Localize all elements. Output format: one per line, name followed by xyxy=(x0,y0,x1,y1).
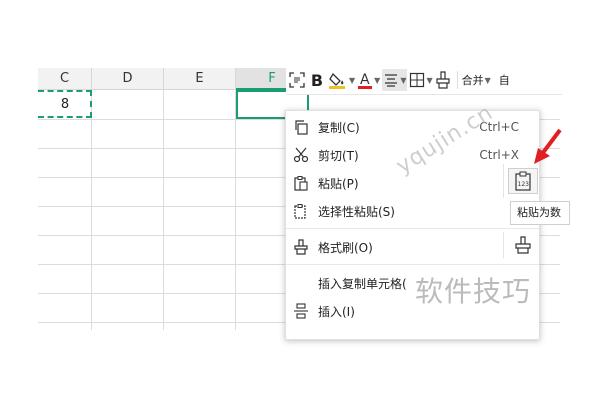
merge-label: 合并 xyxy=(461,74,484,87)
align-center-button[interactable]: ▼ xyxy=(382,69,408,91)
svg-text:123: 123 xyxy=(518,181,530,188)
paste-values-icon: 123 xyxy=(515,171,531,191)
font-color-icon: A xyxy=(358,72,373,89)
fill-color-swatch xyxy=(329,86,345,89)
insert-icon xyxy=(292,302,310,320)
scissors-icon xyxy=(292,146,310,164)
select-area-icon xyxy=(289,72,305,88)
menu-divider xyxy=(503,232,504,258)
column-header-label: D xyxy=(122,71,133,86)
fill-bucket-icon xyxy=(329,72,345,89)
menu-item-copy[interactable]: 复制(C) Ctrl+C xyxy=(286,113,539,141)
grid-line xyxy=(91,90,92,330)
column-header-label: E xyxy=(195,71,204,86)
chevron-down-icon: ▼ xyxy=(426,75,433,85)
format-painter-side-button[interactable] xyxy=(508,234,538,256)
select-area-button[interactable] xyxy=(288,69,306,91)
paste-values-button[interactable]: 123 xyxy=(508,168,538,194)
format-painter-icon xyxy=(436,71,450,89)
column-header-e[interactable]: E xyxy=(164,68,236,90)
format-painter-icon xyxy=(515,236,531,254)
merge-button[interactable]: 合并 ▼ xyxy=(462,69,491,91)
chevron-down-icon: ▼ xyxy=(400,75,407,85)
menu-item-format-painter[interactable]: 格式刷(O) xyxy=(286,233,539,261)
bold-button[interactable]: B xyxy=(308,69,326,91)
copy-marquee xyxy=(38,90,92,118)
column-header-label: C xyxy=(59,71,70,86)
paste-values-tooltip: 粘贴为数 xyxy=(510,201,570,225)
mini-toolbar: B ▼ A ▼ ▼ ▼ 合并 ▼ 自 xyxy=(286,66,562,95)
menu-item-label: 插入复制单元格( xyxy=(318,276,407,291)
paste-icon xyxy=(292,174,310,192)
menu-item-label: 剪切(T) xyxy=(318,148,359,163)
menu-item-label: 插入(I) xyxy=(318,304,355,319)
red-arrow-annotation xyxy=(534,128,562,164)
menu-divider xyxy=(503,164,504,198)
fill-color-button[interactable]: ▼ xyxy=(328,69,355,91)
auto-label: 自 xyxy=(498,74,510,87)
format-painter-icon xyxy=(292,238,310,256)
font-color-button[interactable]: A ▼ xyxy=(357,69,380,91)
menu-item-label: 复制(C) xyxy=(318,120,360,135)
font-color-swatch xyxy=(358,86,373,89)
menu-divider xyxy=(286,228,539,229)
grid-line xyxy=(163,90,164,330)
menu-item-label: 格式刷(O) xyxy=(318,240,373,255)
toolbar-divider xyxy=(456,71,458,89)
bold-label: B xyxy=(310,70,324,90)
menu-item-label: 粘贴(P) xyxy=(318,176,359,191)
auto-button[interactable]: 自 xyxy=(499,69,510,91)
menu-item-paste-special[interactable]: 选择性粘贴(S) xyxy=(286,197,539,225)
copy-icon xyxy=(292,118,310,136)
chevron-down-icon: ▼ xyxy=(484,75,491,85)
chevron-down-icon: ▼ xyxy=(374,75,381,85)
paste-special-icon xyxy=(292,202,310,220)
column-header-d[interactable]: D xyxy=(92,68,164,90)
menu-item-label: 选择性粘贴(S) xyxy=(318,204,395,219)
svg-text:A: A xyxy=(360,72,370,88)
grid-line xyxy=(235,90,236,330)
align-center-icon xyxy=(385,74,398,87)
column-header-c[interactable]: C xyxy=(38,68,92,90)
borders-button[interactable]: ▼ xyxy=(409,69,433,91)
menu-divider xyxy=(286,264,539,265)
format-painter-toolbar-button[interactable] xyxy=(435,69,451,91)
column-header-label: F xyxy=(268,71,276,86)
borders-icon xyxy=(410,72,425,88)
brand-watermark: 软件技巧 xyxy=(415,275,532,308)
chevron-down-icon: ▼ xyxy=(349,75,356,85)
menu-item-shortcut: Ctrl+X xyxy=(479,148,519,162)
